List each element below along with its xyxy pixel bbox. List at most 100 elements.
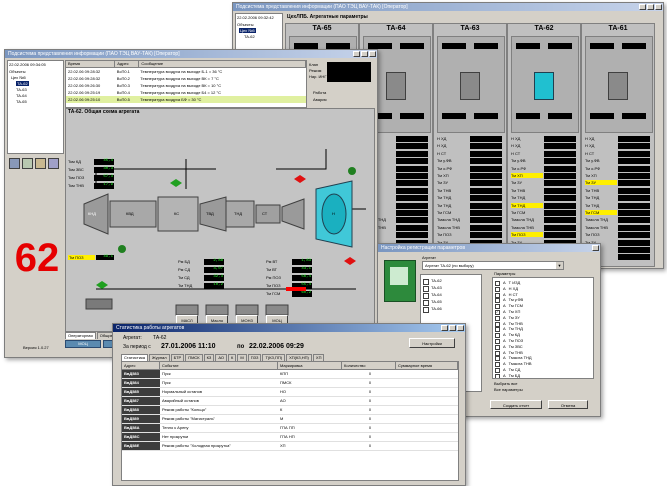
stats-column-header[interactable]: Количество [342, 362, 396, 369]
event-row[interactable]: 22.02.06 09:28:32 ВсП0.1 Температура возду… [66, 68, 306, 75]
stats-row[interactable]: ВвД585 Нормальный останов НО 0 [122, 388, 458, 397]
events-column-header[interactable]: Сообщение [139, 61, 306, 67]
event-row[interactable]: 22.02.06 09:25:10 ВсП0.5 Температура возду… [66, 96, 306, 103]
stats-column-header[interactable]: Суммарное время [396, 362, 458, 369]
event-row[interactable]: 22.02.06 09:25:19 ВсП0.4 Температура возду… [66, 89, 306, 96]
param-list-item[interactable]: АТ ИЗД [495, 280, 520, 286]
close-button[interactable] [457, 325, 464, 331]
stats-row[interactable]: ВвД58С Нет прокрутки ГПА НП 0 [122, 433, 458, 442]
unit-param-value [396, 173, 428, 179]
stats-column-header[interactable]: Адрес [122, 362, 160, 369]
stats-column-header[interactable]: Маркировка [278, 362, 342, 369]
param-list-item[interactable]: АН СТ [495, 292, 518, 298]
settings-icon[interactable] [48, 158, 59, 169]
stats-window-titlebar[interactable]: Статистика работы агрегатов [113, 324, 465, 332]
close-button[interactable] [592, 245, 599, 251]
tree-item-ta62[interactable]: ТА-62 [244, 34, 255, 39]
stats-row[interactable]: ВвД587 Аварийный останов АО 0 [122, 397, 458, 406]
maximize-button[interactable] [449, 325, 456, 331]
checkbox-icon[interactable] [423, 307, 429, 313]
tree-item-ta65[interactable]: ТА-65 [16, 99, 27, 104]
unit-param-value [470, 173, 502, 179]
stats-tab[interactable]: М [237, 354, 247, 361]
tree-item-ta62[interactable]: ТА-62 [16, 81, 29, 86]
param-list-item[interactable]: А Тм КД [495, 332, 520, 339]
close-button[interactable] [655, 4, 662, 10]
checkbox-icon[interactable] [495, 373, 500, 378]
minimize-button[interactable] [353, 51, 360, 57]
maximize-button[interactable] [361, 51, 368, 57]
stats-window-title: Статистика работы агрегатов [116, 325, 185, 331]
unit-list-item[interactable]: ТА-64 [423, 292, 442, 299]
event-row[interactable]: 22.02.06 09:26:30 ВсП0.3 Температура возду… [66, 82, 306, 89]
tree-item-shop[interactable]: Цех №5 [11, 75, 26, 80]
print-icon[interactable] [9, 158, 20, 169]
maximize-button[interactable] [647, 4, 654, 10]
stats-row[interactable]: ВвД584 Пуск ПМСК 0 [122, 379, 458, 388]
stats-row[interactable]: ВвД58Е Режим работы "Холодная прокрутка" Х… [122, 442, 458, 451]
unit-list-item[interactable]: ТА-62 [423, 278, 442, 285]
stats-row[interactable]: ВвД58А Тепло к Арену ГПА ПП 0 [122, 424, 458, 433]
stats-tab[interactable]: Т(КЗ,ПП) [262, 354, 286, 361]
stats-cell: 0 [368, 398, 372, 403]
stats-tab[interactable]: ХП [312, 354, 325, 361]
create-report-button[interactable]: Создать отчет [490, 400, 542, 409]
param-list-item[interactable]: АН ХД [495, 286, 518, 292]
stats-row[interactable]: ВвД589 Режим работы "Магистраль" М 0 [122, 415, 458, 424]
stats-column-header[interactable]: Событие [160, 362, 278, 369]
tree-item-ta64[interactable]: ТА-64 [16, 93, 27, 98]
cancel-button[interactable]: Отмена [548, 400, 588, 409]
chevron-down-icon[interactable]: ▼ [556, 262, 563, 269]
param-list-item[interactable]: А Тм ЗУ [495, 315, 520, 321]
refresh-icon[interactable] [35, 158, 46, 169]
events-column-header[interactable]: Время [66, 61, 116, 67]
unit-list-item[interactable]: ТА-63 [423, 285, 442, 292]
param-list-item[interactable]: А Тм ТНД [495, 326, 523, 333]
stats-tab[interactable]: ПМСК [185, 354, 203, 361]
event-row[interactable]: 22.02.06 09:28:32 ВсП0.2 Температура возду… [66, 75, 306, 82]
minimize-button[interactable] [639, 4, 646, 10]
stats-period-from: 27.01.2006 11:10 [161, 343, 216, 350]
stats-tab[interactable]: К [228, 354, 237, 361]
param-list-item[interactable]: А Тмасла ТНД [495, 355, 532, 362]
param-label: Ткм КД [68, 159, 81, 164]
param-list-item[interactable]: А Тм ЗВС [495, 344, 523, 350]
stats-tab[interactable]: ХП(КЗ,НП) [286, 354, 312, 361]
param-list-item[interactable]: А Тм у.ФВ [495, 297, 523, 304]
unit-list-item[interactable]: ТА-66 [423, 306, 442, 313]
tree-item-shop[interactable]: Цех №5 [239, 28, 256, 33]
stats-tab[interactable]: АО [215, 354, 228, 361]
tree-item-ta63[interactable]: ТА-63 [16, 87, 27, 92]
select-all-checkbox[interactable]: Выбрать все [494, 381, 518, 386]
events-column-header[interactable]: Адрес [115, 61, 140, 67]
all-params-label: Все параметры [494, 387, 523, 392]
params-window-titlebar[interactable]: Настройка регистрации параметров [378, 244, 600, 252]
param-list-item[interactable]: А Тм ТНВ [495, 350, 523, 356]
param-list-item[interactable]: А Тм ТНВ [495, 321, 523, 327]
param-list-item[interactable]: А Тм ПОЗ [495, 338, 523, 344]
menu-button[interactable]: МОЦ [65, 340, 101, 348]
stats-row[interactable]: ВвД583 Пуск КПП 0 [122, 370, 458, 379]
stats-tab[interactable]: ПЗЗ [247, 354, 262, 361]
units-window-titlebar[interactable]: Подсистема представления информации (ПАО… [233, 3, 663, 11]
param-list-item[interactable]: ✓ А Тм ХП [495, 309, 520, 315]
param-list-item[interactable]: А Тм ГСМ [495, 303, 523, 310]
all-params-checkbox[interactable]: Все параметры [494, 387, 523, 392]
zoom-icon[interactable] [22, 158, 33, 169]
scheme-tab[interactable]: Операторная [65, 332, 96, 339]
param-list-item[interactable]: А Тм БД [495, 373, 520, 378]
stats-tab[interactable]: БТР [170, 354, 185, 361]
params-combo[interactable]: Агрегат ТА-62 (по выбору) ▼ [422, 261, 564, 270]
param-list-item[interactable]: А Тм СД [495, 367, 520, 373]
stats-tab[interactable]: Журнал [149, 354, 170, 361]
scheme-window-titlebar[interactable]: Подсистема представления информации (ПАО… [5, 50, 377, 58]
minimize-button[interactable] [441, 325, 448, 331]
unit-list-item[interactable]: ТА-65 [423, 299, 442, 306]
settings-button[interactable]: Настройки [409, 338, 455, 348]
units-tree-header: Объекты [237, 22, 254, 27]
close-button[interactable] [369, 51, 376, 57]
param-list-item[interactable]: А Тмасла ТНВ [495, 361, 532, 368]
stats-tab[interactable]: КЗ [203, 354, 215, 361]
stats-row[interactable]: ВвД588 Режим работы "Кольцо" К 0 [122, 406, 458, 415]
stats-tab[interactable]: Статистика [121, 354, 149, 361]
